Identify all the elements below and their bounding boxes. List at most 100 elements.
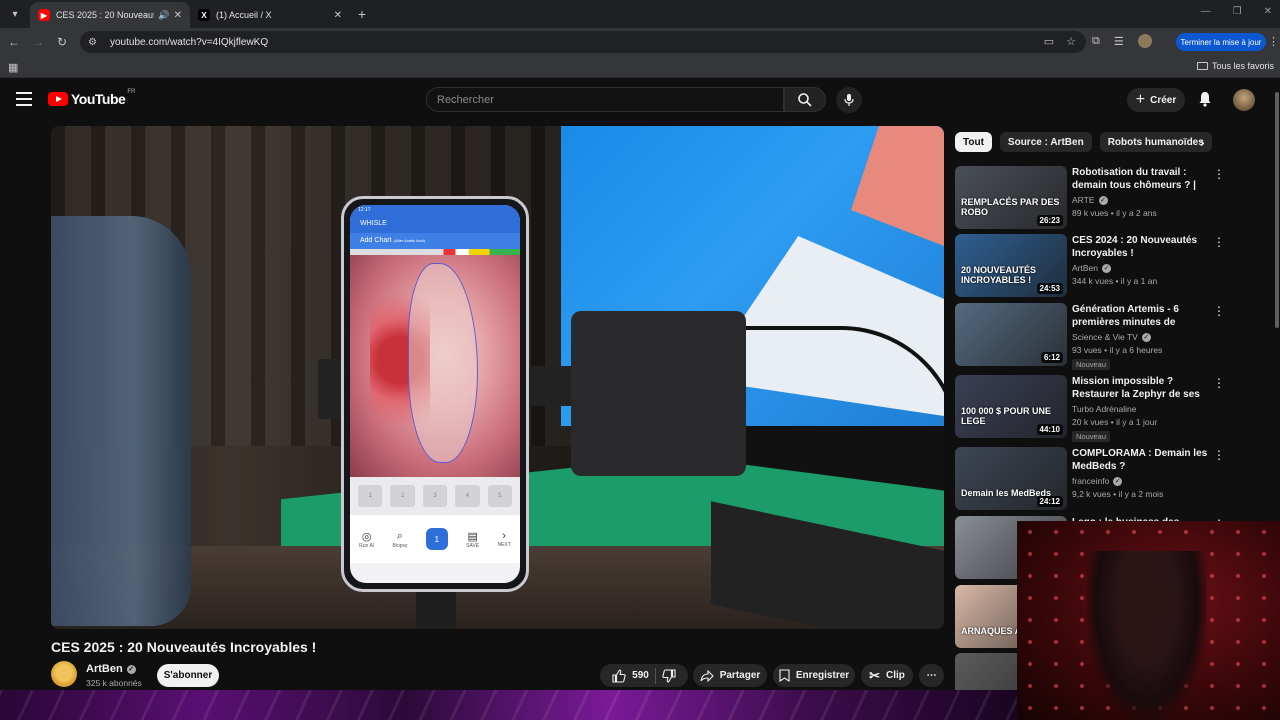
chip-robots[interactable]: Robots humanoïdes bbox=[1099, 132, 1212, 152]
channel-avatar[interactable] bbox=[51, 661, 77, 687]
more-actions-button[interactable]: ⋯ bbox=[919, 664, 944, 687]
recommended-video[interactable]: 6:12 Génération Artemis - 6 premières min… bbox=[955, 303, 1275, 370]
site-info-icon[interactable]: ⚙ bbox=[88, 37, 102, 48]
recommended-channel[interactable]: ArtBen ✓ bbox=[1072, 263, 1111, 273]
recommended-title[interactable]: COMPLORAMA : Demain les MedBeds ? bbox=[1072, 447, 1212, 473]
profile-icon[interactable] bbox=[1137, 34, 1152, 48]
close-tab-icon[interactable]: ✕ bbox=[174, 10, 182, 21]
chevron-right-icon[interactable]: › bbox=[1200, 134, 1205, 150]
phone-in-video: 12:17 WHISLE Add Chart (After Acetic Aci… bbox=[341, 196, 529, 592]
youtube-favicon-icon: ▶ bbox=[38, 9, 50, 21]
forward-icon[interactable]: → bbox=[26, 35, 50, 49]
recommended-channel[interactable]: franceinfo ✓ bbox=[1072, 476, 1123, 486]
cast-icon[interactable]: ▭ bbox=[1044, 35, 1054, 48]
all-favorites-link[interactable]: Tous les favoris bbox=[1196, 61, 1274, 71]
tab-x[interactable]: X (1) Accueil / X ✕ bbox=[190, 2, 350, 28]
reading-list-icon[interactable]: ☰ bbox=[1114, 35, 1124, 48]
minimize-icon[interactable]: — bbox=[1201, 6, 1211, 17]
video-player[interactable]: 12:17 WHISLE Add Chart (After Acetic Aci… bbox=[51, 126, 944, 629]
recommended-meta: 344 k vues • il y a 1 an bbox=[1072, 276, 1158, 286]
filter-chips: Tout Source : ArtBen Robots humanoïdes bbox=[955, 132, 1212, 152]
recommended-title[interactable]: Génération Artemis - 6 premières minutes… bbox=[1072, 303, 1212, 329]
tab-youtube[interactable]: ▶ CES 2025 : 20 Nouveautés I 🔊 ✕ bbox=[30, 2, 190, 28]
video-thumbnail[interactable]: Demain les MedBeds 24:12 bbox=[955, 447, 1067, 510]
recommended-title[interactable]: Robotisation du travail : demain tous ch… bbox=[1072, 166, 1212, 192]
user-avatar[interactable] bbox=[1233, 89, 1255, 111]
reload-icon[interactable]: ↻ bbox=[50, 35, 74, 49]
video-thumbnail[interactable]: 20 NOUVEAUTÉS INCROYABLES ! 24:53 bbox=[955, 234, 1067, 297]
video-thumbnail[interactable]: REMPLACÉS PAR DES ROBO 26:23 bbox=[955, 166, 1067, 229]
new-tab-button[interactable]: + bbox=[350, 2, 374, 26]
phone-tool: ⌕ Biopsy bbox=[393, 530, 408, 549]
more-vertical-icon[interactable]: ⋮ bbox=[1213, 448, 1225, 462]
youtube-logo[interactable]: YouTube FR bbox=[48, 89, 135, 107]
recommended-channel[interactable]: ARTE ✓ bbox=[1072, 195, 1108, 205]
maximize-icon[interactable]: ❐ bbox=[1233, 6, 1242, 17]
phone-status-bar: 12:17 bbox=[350, 205, 520, 215]
more-vertical-icon[interactable]: ⋮ bbox=[1213, 235, 1225, 249]
video-thumbnail[interactable]: 100 000 $ POUR UNE LEGE 44:10 bbox=[955, 375, 1067, 438]
tool-label: Run AI bbox=[359, 542, 375, 549]
more-vertical-icon[interactable]: ⋮ bbox=[1213, 167, 1225, 181]
address-bar[interactable]: ⚙ youtube.com/watch?v=4IQkjflewKQ ▭ ☆ bbox=[80, 31, 1086, 53]
youtube-play-icon bbox=[48, 92, 68, 106]
recommended-video[interactable]: 100 000 $ POUR UNE LEGE 44:10 Mission impo… bbox=[955, 375, 1275, 442]
save-button[interactable]: Enregistrer bbox=[773, 664, 855, 687]
voice-search-button[interactable] bbox=[836, 87, 862, 113]
share-button[interactable]: Partager bbox=[693, 664, 767, 687]
subscribe-button[interactable]: S'abonner bbox=[157, 664, 219, 687]
more-horizontal-icon: ⋯ bbox=[926, 670, 937, 681]
more-vertical-icon[interactable]: ⋮ bbox=[1213, 376, 1225, 390]
recommended-channel[interactable]: Turbo Adrénaline bbox=[1072, 404, 1136, 414]
channel-name[interactable]: ArtBen ✓ bbox=[86, 663, 136, 675]
grid-cell: 3 bbox=[422, 485, 448, 507]
more-vertical-icon[interactable]: ⋮ bbox=[1213, 304, 1225, 318]
recommended-channel[interactable]: Science & Vie TV ✓ bbox=[1072, 332, 1151, 342]
apps-grid-icon[interactable]: ▦ bbox=[8, 61, 18, 74]
search-input[interactable]: Rechercher bbox=[426, 87, 784, 112]
recommended-title[interactable]: Mission impossible ? Restaurer la Zephyr… bbox=[1072, 375, 1212, 401]
browser-menu-icon[interactable]: ⋮ bbox=[1268, 35, 1279, 48]
new-badge: Nouveau bbox=[1072, 359, 1111, 370]
youtube-header: YouTube FR Rechercher + Créer bbox=[0, 79, 1280, 123]
thumb-down-icon[interactable] bbox=[662, 668, 676, 683]
verified-icon: ✓ bbox=[1098, 195, 1108, 205]
close-tab-icon[interactable]: ✕ bbox=[334, 10, 342, 21]
microphone-icon bbox=[844, 94, 854, 106]
back-icon[interactable]: ← bbox=[2, 35, 26, 49]
phone-app-title: WHISLE bbox=[350, 215, 520, 233]
clip-button[interactable]: ✂ Clip bbox=[861, 664, 913, 687]
phone-tool: ◎ Run AI bbox=[359, 530, 374, 549]
recommended-title[interactable]: CES 2024 : 20 Nouveautés Incroyables ! bbox=[1072, 234, 1212, 260]
save-label: Enregistrer bbox=[795, 670, 850, 681]
search-button[interactable] bbox=[784, 87, 826, 112]
video-cable bbox=[731, 326, 944, 626]
recommended-video[interactable]: REMPLACÉS PAR DES ROBO 26:23 Robotisation … bbox=[955, 166, 1275, 232]
chip-source[interactable]: Source : ArtBen bbox=[999, 132, 1092, 152]
recommended-video[interactable]: Demain les MedBeds 24:12 COMPLORAMA : Dema… bbox=[955, 447, 1275, 513]
close-window-icon[interactable]: ✕ bbox=[1264, 6, 1272, 17]
bookmark-star-icon[interactable]: ☆ bbox=[1066, 35, 1076, 48]
subscriber-count: 325 k abonnés bbox=[86, 678, 142, 688]
grid-cell: 4 bbox=[455, 485, 480, 507]
add-chart-label: Add Chart bbox=[360, 237, 392, 244]
like-button[interactable]: 590 bbox=[612, 668, 649, 683]
video-thumbnail[interactable]: 6:12 bbox=[955, 303, 1067, 366]
tab-search-menu[interactable]: ▾ bbox=[4, 3, 26, 25]
logo-text: YouTube bbox=[71, 91, 126, 107]
chip-all[interactable]: Tout bbox=[955, 132, 992, 152]
verified-icon: ✓ bbox=[1141, 332, 1151, 342]
hamburger-menu-icon[interactable] bbox=[16, 92, 32, 106]
update-button[interactable]: Terminer la mise à jour bbox=[1176, 33, 1266, 51]
speaker-icon[interactable]: 🔊 bbox=[158, 10, 169, 21]
browser-tab-bar: ▾ ▶ CES 2025 : 20 Nouveautés I 🔊 ✕ X (1)… bbox=[0, 0, 1280, 28]
tool-label: SAVE bbox=[466, 542, 480, 549]
page-scrollbar[interactable] bbox=[1275, 92, 1279, 328]
notifications-bell-icon[interactable] bbox=[1198, 91, 1212, 107]
phone-tool: › NEXT bbox=[497, 530, 510, 548]
x-favicon-icon: X bbox=[198, 9, 210, 21]
create-button[interactable]: + Créer bbox=[1127, 88, 1185, 112]
recommended-video[interactable]: 20 NOUVEAUTÉS INCROYABLES ! 24:53 CES 2024… bbox=[955, 234, 1275, 300]
search-icon bbox=[798, 92, 812, 107]
extensions-icon[interactable]: ⧉ bbox=[1092, 35, 1100, 48]
